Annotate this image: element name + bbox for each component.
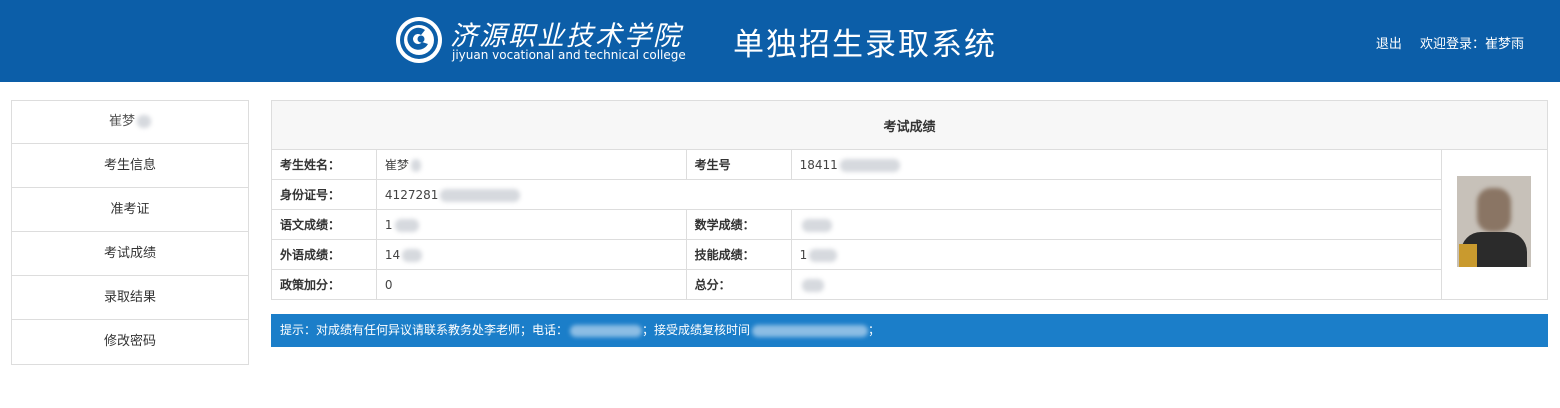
school-name-en: jiyuan vocational and technical college [452, 48, 686, 62]
sidebar-item-admission-result[interactable]: 录取结果 [12, 276, 248, 320]
skill-label: 技能成绩： [685, 239, 792, 270]
notice-middle: ；接受成绩复核时间 [642, 323, 751, 337]
name-label: 考生姓名： [271, 149, 377, 180]
user-links: 退出 欢迎登录：崔梦雨 [1376, 33, 1524, 52]
exam-no-value: 18411 [799, 157, 838, 172]
system-title: 单独招生录取系统 [733, 27, 997, 63]
id-value-cell: 4127281 [375, 179, 1442, 210]
scores-panel: 考试成绩 考生姓名： 崔梦 考生号 18411 身份证号： 4127281 语文… [271, 100, 1549, 300]
notice-prefix: 提示：对成绩有任何异议请联系教务处李老师；电话： [280, 323, 569, 337]
college-logo-icon [396, 17, 442, 63]
total-value-cell [790, 269, 1442, 300]
student-photo [1457, 175, 1532, 274]
exam-no-value-cell: 18411 [790, 149, 1442, 180]
redacted-mask [410, 159, 421, 172]
policy-label: 政策加分： [271, 269, 377, 300]
english-value-cell: 14 [375, 239, 687, 270]
math-label: 数学成绩： [685, 209, 792, 240]
redacted-mask [752, 324, 869, 337]
redacted-mask [394, 218, 419, 232]
app-header: 济源职业技术学院 jiyuan vocational and technical… [0, 0, 1560, 82]
redacted-mask [809, 248, 838, 262]
name-value-cell: 崔梦 [375, 149, 687, 180]
notice-bar: 提示：对成绩有任何异议请联系教务处李老师；电话： ；接受成绩复核时间 ； [271, 314, 1548, 347]
sidebar: 崔梦 考生信息 准考证 考试成绩 录取结果 修改密码 [11, 100, 249, 365]
sidebar-item-admission-ticket[interactable]: 准考证 [12, 188, 248, 232]
id-value: 4127281 [384, 187, 439, 202]
student-name-text: 崔梦 [108, 114, 135, 129]
id-label: 身份证号： [271, 179, 377, 210]
name-value: 崔梦 [384, 158, 409, 172]
sidebar-item-exam-scores[interactable]: 考试成绩 [12, 232, 248, 276]
sidebar-item-change-password[interactable]: 修改密码 [12, 320, 248, 364]
chinese-value-cell: 1 [375, 209, 687, 240]
sidebar-student-name: 崔梦 [12, 101, 248, 144]
english-label: 外语成绩： [271, 239, 377, 270]
welcome-text: 欢迎登录：崔梦雨 [1419, 37, 1524, 52]
exam-no-label: 考生号 [685, 149, 792, 180]
skill-value: 1 [799, 247, 808, 262]
notice-suffix: ； [868, 323, 881, 337]
skill-value-cell: 1 [790, 239, 1442, 270]
logout-link[interactable]: 退出 [1376, 37, 1402, 52]
redacted-mask [801, 278, 824, 292]
redacted-mask [839, 158, 900, 172]
redacted-mask [801, 218, 832, 232]
redacted-mask [137, 115, 151, 128]
redacted-mask [570, 324, 643, 337]
policy-value: 0 [375, 269, 687, 300]
scores-caption: 考试成绩 [271, 100, 1548, 150]
chinese-value: 1 [384, 217, 393, 232]
math-value-cell [790, 209, 1442, 240]
scores-table: 考试成绩 考生姓名： 崔梦 考生号 18411 身份证号： 4127281 语文… [271, 100, 1549, 300]
redacted-mask [402, 248, 423, 262]
total-label: 总分： [685, 269, 792, 300]
sidebar-item-student-info[interactable]: 考生信息 [12, 144, 248, 188]
photo-cell [1440, 149, 1549, 300]
redacted-mask [440, 188, 521, 202]
chinese-label: 语文成绩： [271, 209, 377, 240]
english-value: 14 [384, 247, 401, 262]
